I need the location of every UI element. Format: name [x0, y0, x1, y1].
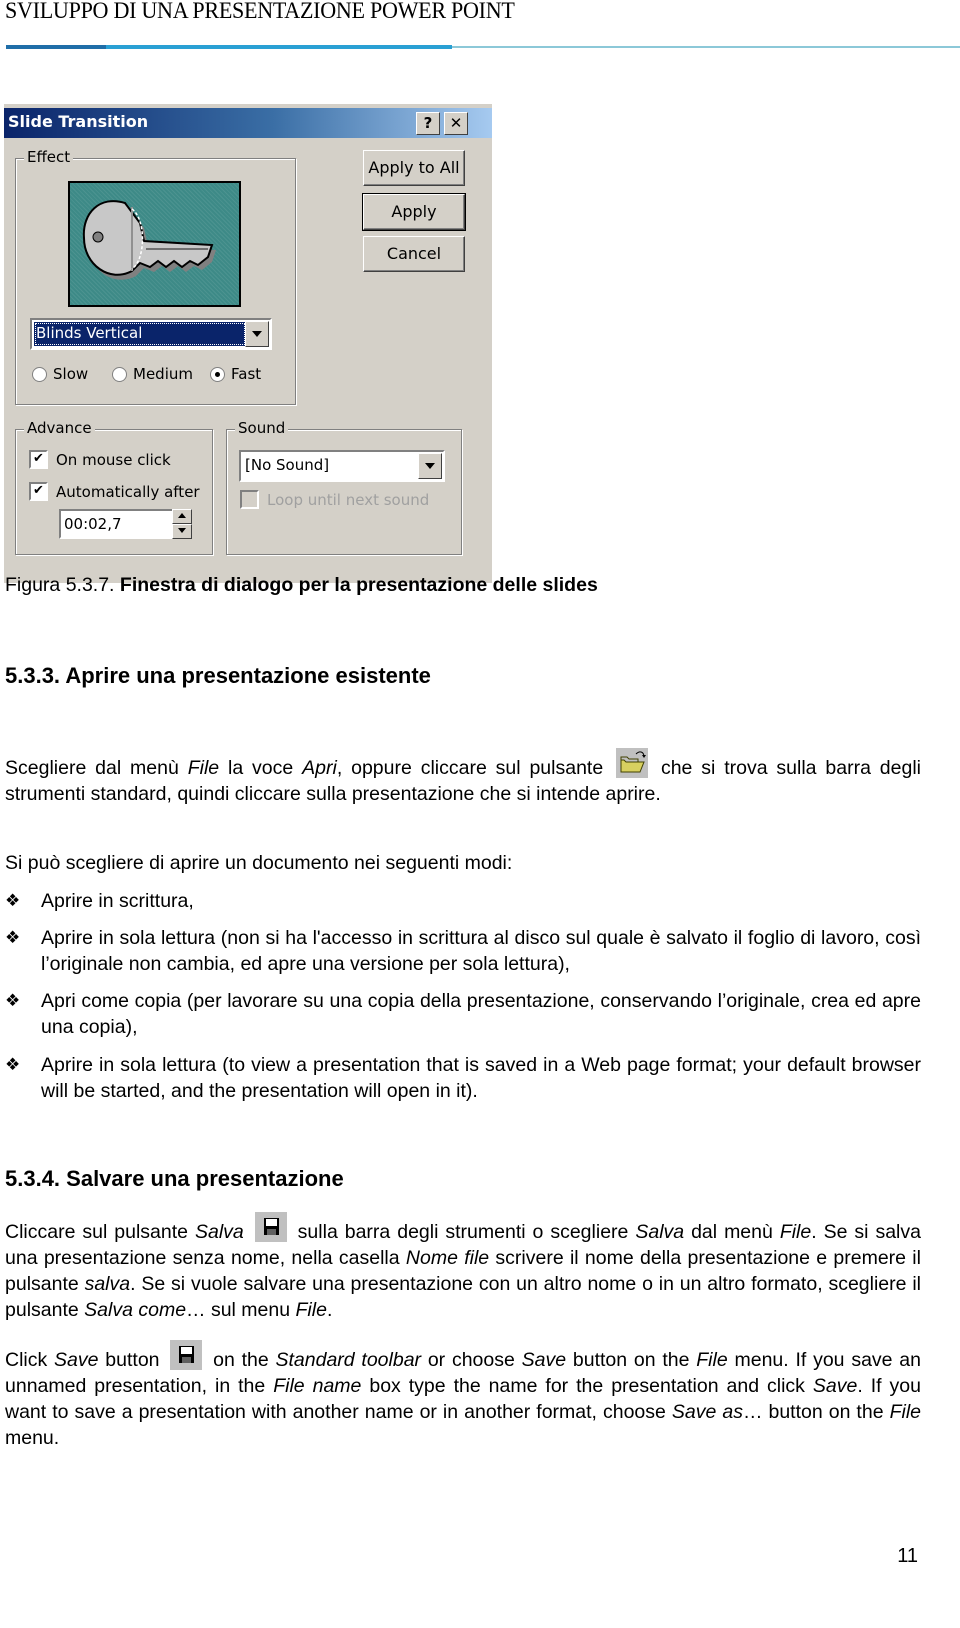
slide-transition-dialog: Slide Transition ? ✕ Effect Blinds Verti…: [4, 104, 492, 583]
header-rule: [6, 45, 960, 49]
close-button[interactable]: ✕: [444, 112, 468, 135]
sound-group: Sound [No Sound] Loop until next sound: [226, 419, 462, 555]
figure-title: Finestra di dialogo per la presentazione…: [114, 574, 598, 596]
sound-legend: Sound: [235, 419, 289, 437]
sound-select[interactable]: [No Sound]: [239, 450, 445, 482]
floppy-save-icon: [170, 1340, 203, 1370]
speed-medium-radio[interactable]: Medium: [112, 365, 193, 383]
effect-legend: Effect: [24, 148, 74, 166]
close-icon: ✕: [449, 114, 463, 132]
speed-medium-label: Medium: [133, 365, 193, 383]
speed-slow-radio[interactable]: Slow: [32, 365, 88, 383]
bullet-diamond-icon: ❖: [5, 891, 21, 910]
speed-slow-label: Slow: [53, 365, 89, 383]
help-button[interactable]: ?: [416, 112, 440, 135]
advance-time-input[interactable]: 00:02,7: [59, 509, 174, 539]
radio-icon: [112, 366, 127, 382]
figure-number: Figura 5.3.7.: [5, 574, 115, 596]
section-heading-533: 5.3.3. Aprire una presentazione esistent…: [5, 663, 431, 688]
checkmark-icon: ✔: [29, 450, 48, 469]
on-mouse-click-label: On mouse click: [56, 450, 171, 469]
apply-to-all-button[interactable]: Apply to All: [363, 150, 465, 186]
spin-down-icon[interactable]: [172, 524, 192, 539]
effect-select[interactable]: Blinds Vertical: [30, 318, 272, 350]
open-modes-intro: Si può scegliere di aprire un documento …: [5, 852, 513, 874]
effect-select-value: Blinds Vertical: [34, 322, 246, 346]
chevron-down-icon[interactable]: [245, 321, 269, 347]
bullet-diamond-icon: ❖: [5, 1055, 21, 1074]
open-paragraph: Scegliere dal menù File la voce Apri, op…: [5, 748, 921, 807]
bullet-diamond-icon: ❖: [5, 991, 21, 1010]
radio-selected-icon: [210, 366, 225, 382]
key-icon: [82, 200, 216, 280]
advance-time-spinner[interactable]: [172, 509, 192, 539]
dialog-title: Slide Transition: [8, 112, 149, 131]
loop-sound-checkbox[interactable]: Loop until next sound: [240, 490, 429, 509]
radio-icon: [32, 366, 47, 382]
loop-sound-label: Loop until next sound: [267, 490, 430, 509]
checkbox-icon: [240, 490, 259, 509]
automatically-after-checkbox[interactable]: ✔ Automatically after: [29, 482, 200, 501]
checkmark-icon: ✔: [29, 482, 48, 501]
speed-fast-label: Fast: [231, 365, 262, 383]
open-folder-icon: [616, 748, 649, 778]
figure-caption: Figura 5.3.7. Finestra di dialogo per la…: [5, 574, 598, 597]
chevron-down-icon[interactable]: [418, 453, 442, 479]
spin-up-icon[interactable]: [172, 509, 192, 524]
bullet-diamond-icon: ❖: [5, 928, 21, 947]
apply-button[interactable]: Apply: [362, 193, 466, 231]
header-title: SVILUPPO DI UNA PRESENTAZIONE POWER POIN…: [5, 0, 515, 23]
advance-legend: Advance: [24, 419, 95, 437]
section-heading-534: 5.3.4. Salvare una presentazione: [5, 1166, 344, 1191]
sound-select-value: [No Sound]: [245, 456, 330, 474]
save-paragraph-it: Cliccare sul pulsante Salva sulla barra …: [5, 1212, 921, 1323]
automatically-after-label: Automatically after: [56, 482, 200, 501]
save-paragraph-en: Click Save button on the Standard toolba…: [5, 1340, 921, 1451]
effect-group: Effect Blinds Vertical Slow Medium Fast: [15, 148, 296, 405]
dialog-titlebar: Slide Transition ? ✕: [4, 108, 492, 138]
page-number: 11: [897, 1545, 918, 1567]
speed-fast-radio[interactable]: Fast: [210, 365, 261, 383]
on-mouse-click-checkbox[interactable]: ✔ On mouse click: [29, 450, 171, 469]
effect-preview: [68, 181, 241, 307]
cancel-button[interactable]: Cancel: [363, 236, 465, 272]
floppy-save-icon: [254, 1212, 287, 1242]
